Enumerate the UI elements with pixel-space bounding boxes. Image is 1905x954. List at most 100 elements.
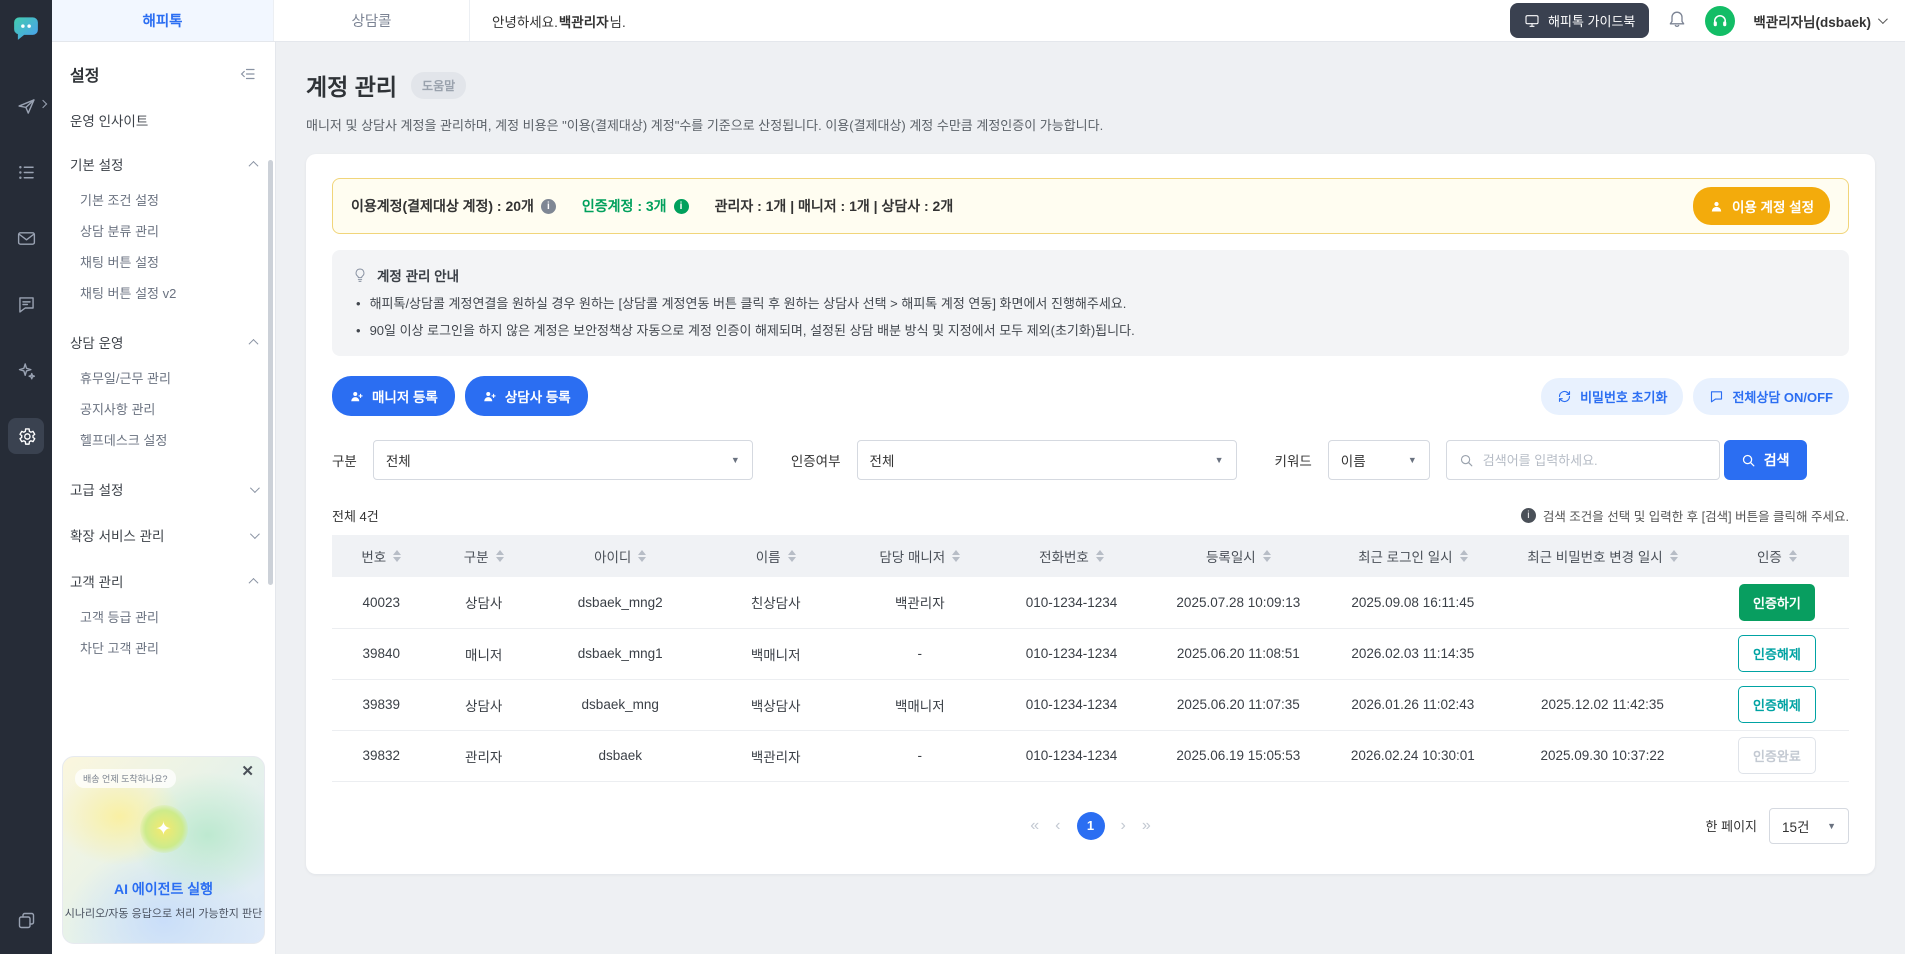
column-header-name[interactable]: 이름 xyxy=(703,535,848,577)
table-row: 39832 관리자 dsbaek 백관리자 - 010-1234-1234 20… xyxy=(332,730,1849,782)
notice-item: 해피톡/상담콜 계정연결을 원하실 경우 원하는 [상담콜 계정연동 버튼 클릭… xyxy=(352,293,1829,312)
verify-select[interactable]: 전체 ▼ xyxy=(856,440,1237,480)
register-agent-label: 상담사 등록 xyxy=(504,390,571,405)
sidebar: 설정 운영 인사이트 기본 설정 기본 조건 설정 상담 분류 관리 채팅 버튼… xyxy=(52,42,276,954)
search-input[interactable] xyxy=(1482,452,1707,468)
last-page-button[interactable]: » xyxy=(1142,817,1151,835)
keyword-field-value: 이름 xyxy=(1340,454,1366,469)
first-page-button[interactable]: « xyxy=(1030,817,1039,835)
sidebar-scrollbar[interactable] xyxy=(268,160,273,585)
info-icon[interactable]: i xyxy=(673,198,689,214)
sparkles-icon[interactable] xyxy=(8,352,44,388)
happytalk-logo[interactable] xyxy=(10,12,42,44)
mail-icon[interactable] xyxy=(8,220,44,256)
per-page-select[interactable]: 15건 ▼ xyxy=(1769,807,1849,844)
keyword-field-select[interactable]: 이름 ▼ xyxy=(1327,440,1430,480)
usage-account-count: 이용계정(결제대상 계정) : 20개 xyxy=(351,198,534,214)
sidebar-item-label: 채팅 버튼 설정 xyxy=(80,255,159,270)
column-header-phone[interactable]: 전화번호 xyxy=(991,535,1152,577)
column-header-registered[interactable]: 등록일시 xyxy=(1151,535,1326,577)
column-header-last-login[interactable]: 최근 로그인 일시 xyxy=(1325,535,1501,577)
toggle-all-consult-button[interactable]: 전체상담 ON/OFF xyxy=(1693,377,1849,415)
column-header-type[interactable]: 구분 xyxy=(430,535,537,577)
sidebar-item-announcement[interactable]: 공지사항 관리 xyxy=(70,393,257,424)
sidebar-item-label: 운영 인사이트 xyxy=(70,114,149,129)
sidebar-group-label: 상담 운영 xyxy=(70,336,124,351)
register-manager-button[interactable]: 매니저 등록 xyxy=(332,376,455,416)
account-table: 번호 구분 아이디 이름 담당 매니저 전화번호 등록일시 최근 로그인 일시 … xyxy=(332,535,1849,782)
bell-icon[interactable] xyxy=(1667,8,1687,33)
keyword-filter-label: 키워드 xyxy=(1274,454,1312,469)
headset-icon[interactable] xyxy=(1705,5,1736,36)
sidebar-item-consult-category[interactable]: 상담 분류 관리 xyxy=(70,215,257,246)
guidebook-button[interactable]: 해피톡 가이드북 xyxy=(1510,3,1650,38)
total-count: 전체 4건 xyxy=(332,509,379,524)
person-plus-icon xyxy=(484,391,496,401)
sidebar-group-basic-settings[interactable]: 기본 설정 xyxy=(70,144,259,184)
chat-icon[interactable] xyxy=(8,286,44,322)
main-content: 계정 관리 도움말 매니저 및 상담사 계정을 관리하며, 계정 비용은 "이용… xyxy=(276,42,1905,954)
cell-type: 매니저 xyxy=(430,628,537,680)
column-header-id[interactable]: 아이디 xyxy=(536,535,704,577)
column-header-pw-changed[interactable]: 최근 비밀번호 변경 일시 xyxy=(1500,535,1705,577)
sidebar-item-holiday-work[interactable]: 휴무일/근무 관리 xyxy=(70,362,257,393)
sidebar-group-advanced-settings[interactable]: 고급 설정 xyxy=(70,469,260,509)
close-icon[interactable]: ✕ xyxy=(241,764,254,779)
send-icon[interactable] xyxy=(8,88,48,124)
table-row: 40023 상담사 dsbaek_mng2 친상담사 백관리자 010-1234… xyxy=(332,577,1849,629)
search-icon xyxy=(1460,454,1473,466)
search-button[interactable]: 검색 xyxy=(1723,440,1807,480)
sidebar-item-chat-button[interactable]: 채팅 버튼 설정 xyxy=(70,246,257,277)
unauthenticate-button[interactable]: 인증해제 xyxy=(1737,686,1816,723)
authenticate-button[interactable]: 인증하기 xyxy=(1738,583,1815,621)
column-header-manager[interactable]: 담당 매니저 xyxy=(847,535,992,577)
cell-type: 상담사 xyxy=(430,679,537,731)
cell-registered: 2025.06.20 11:08:51 xyxy=(1151,628,1326,680)
current-page-button[interactable]: 1 xyxy=(1076,811,1105,840)
sidebar-item-basic-condition[interactable]: 기본 조건 설정 xyxy=(70,184,257,215)
per-page-label: 한 페이지 xyxy=(1705,819,1757,834)
help-badge[interactable]: 도움말 xyxy=(411,71,467,99)
list-icon[interactable] xyxy=(8,154,44,190)
column-header-no[interactable]: 번호 xyxy=(332,535,431,577)
sidebar-item-label: 상담 분류 관리 xyxy=(80,224,159,239)
sidebar-group-label: 기본 설정 xyxy=(70,158,124,173)
next-page-button[interactable]: › xyxy=(1121,817,1126,835)
sidebar-item-chat-button-v2[interactable]: 채팅 버튼 설정 v2 xyxy=(70,277,257,308)
sidebar-group-customer-management[interactable]: 고객 관리 xyxy=(70,561,259,601)
cell-registered: 2025.07.28 10:09:13 xyxy=(1151,577,1326,629)
info-icon[interactable]: i xyxy=(540,198,556,214)
cell-manager: - xyxy=(847,730,992,782)
sidebar-collapse-icon[interactable] xyxy=(239,65,257,83)
gear-icon[interactable] xyxy=(8,418,44,454)
usage-account-settings-button[interactable]: 이용 계정 설정 xyxy=(1692,187,1830,225)
cell-id: dsbaek xyxy=(536,730,704,782)
cell-phone: 010-1234-1234 xyxy=(991,577,1152,629)
column-header-auth[interactable]: 인증 xyxy=(1704,535,1849,577)
sidebar-item-customer-grade[interactable]: 고객 등급 관리 xyxy=(70,601,257,632)
prev-page-button[interactable]: ‹ xyxy=(1055,817,1060,835)
reset-password-button[interactable]: 비밀번호 초기화 xyxy=(1541,377,1684,415)
search-hint: 검색 조건을 선택 및 입력한 후 [검색] 버튼을 클릭해 주세요. xyxy=(1542,510,1849,524)
register-agent-button[interactable]: 상담사 등록 xyxy=(464,376,588,416)
sidebar-item-label: 고객 등급 관리 xyxy=(80,610,159,625)
sidebar-group-extension-service[interactable]: 확장 서비스 관리 xyxy=(70,515,260,555)
windows-icon[interactable] xyxy=(8,902,44,938)
user-menu[interactable]: 백관리자님(dsbaek) xyxy=(1753,11,1888,31)
sidebar-item-operation-insight[interactable]: 운영 인사이트 xyxy=(70,102,257,138)
sort-icon xyxy=(952,550,961,562)
sidebar-item-blocked-customer[interactable]: 차단 고객 관리 xyxy=(70,632,257,663)
tab-happytalk[interactable]: 해피톡 xyxy=(52,0,274,41)
tab-counselcall[interactable]: 상담콜 xyxy=(274,0,470,41)
sidebar-item-label: 기본 조건 설정 xyxy=(80,193,159,208)
cell-pw-changed: 2025.09.30 10:37:22 xyxy=(1500,730,1705,782)
sort-icon xyxy=(1788,550,1797,562)
sidebar-item-helpdesk[interactable]: 헬프데스크 설정 xyxy=(70,424,257,455)
unauthenticate-button[interactable]: 인증해제 xyxy=(1737,635,1816,672)
sort-icon xyxy=(787,550,796,562)
cell-phone: 010-1234-1234 xyxy=(991,679,1152,731)
sidebar-group-consult-operation[interactable]: 상담 운영 xyxy=(70,322,259,362)
account-breakdown: 관리자 : 1개 | 매니저 : 1개 | 상담사 : 2개 xyxy=(714,198,954,214)
register-manager-label: 매니저 등록 xyxy=(372,390,438,405)
category-select[interactable]: 전체 ▼ xyxy=(372,440,753,480)
